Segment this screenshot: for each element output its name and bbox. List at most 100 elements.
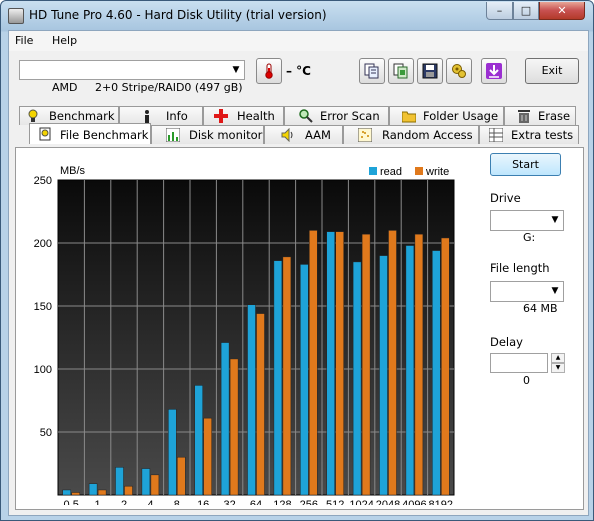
tab-label: Folder Usage	[423, 109, 499, 123]
download-button[interactable]	[481, 58, 507, 84]
tab-aam[interactable]: AAM	[264, 125, 343, 144]
tab-label: Random Access	[382, 128, 473, 142]
minimize-button[interactable]: –	[486, 2, 513, 20]
tab-label: Erase	[538, 109, 571, 123]
read-bar	[141, 468, 151, 496]
file-length-label: File length	[490, 261, 550, 275]
window-title: HD Tune Pro 4.60 - Hard Disk Utility (tr…	[29, 8, 327, 22]
save-icon	[422, 63, 438, 79]
write-bar	[441, 237, 450, 496]
legend-label-write: write	[425, 166, 449, 178]
file-benchmark-icon	[39, 127, 51, 141]
read-bar	[88, 483, 98, 496]
tab-label: Disk monitor	[189, 128, 263, 142]
x-tick-label: 1024	[349, 499, 373, 505]
chevron-down-icon: ▼	[232, 65, 240, 75]
read-bar	[273, 260, 283, 496]
grid-icon	[489, 128, 503, 142]
thermometer-icon	[265, 63, 273, 79]
tab-row-bottom: File Benchmark Disk monitor AAM Random A…	[9, 123, 588, 145]
options-button[interactable]	[446, 58, 472, 84]
y-tick-label: 200	[34, 238, 52, 250]
x-tick-label: 512	[326, 499, 344, 505]
read-bar	[352, 261, 362, 496]
write-bar	[361, 233, 371, 496]
exit-button[interactable]: Exit	[525, 58, 579, 84]
title-bar[interactable]: HD Tune Pro 4.60 - Hard Disk Utility (tr…	[1, 1, 593, 31]
folder-icon	[402, 111, 416, 123]
menu-help[interactable]: Help	[52, 34, 77, 47]
delay-input[interactable]: 0	[490, 353, 548, 387]
save-button[interactable]	[417, 58, 443, 84]
tab-extra-tests[interactable]: Extra tests	[479, 125, 579, 144]
speaker-icon	[281, 128, 293, 142]
scatter-icon	[358, 128, 372, 142]
x-tick-label: 4	[147, 499, 153, 505]
x-tick-label: 64	[250, 499, 262, 505]
read-bar	[220, 342, 230, 496]
read-bar	[62, 489, 71, 496]
copy-screen-icon	[393, 63, 408, 79]
close-button[interactable]: ✕	[539, 2, 585, 20]
tab-disk-monitor[interactable]: Disk monitor	[151, 125, 264, 144]
disk-select[interactable]: AMD 2+0 Stripe/RAID0 (497 gB) ▼	[19, 60, 245, 94]
read-bar	[247, 304, 256, 496]
tab-folder-usage[interactable]: Folder Usage	[389, 106, 504, 125]
tab-file-benchmark[interactable]: File Benchmark	[29, 123, 151, 144]
magnifier-icon	[299, 109, 313, 123]
tab-error-scan[interactable]: Error Scan	[284, 106, 389, 125]
benchmark-chart: 50 100 150 200 250 MB/s 0.5 1 2 4 8 16 32 64 128 256 512…	[34, 165, 455, 511]
x-tick-label: 2	[121, 499, 127, 505]
tab-health[interactable]: Health	[203, 106, 284, 125]
tab-label: AAM	[305, 128, 331, 142]
disk-select-value: AMD 2+0 Stripe/RAID0 (497 gB)	[51, 81, 243, 94]
benchmark-icon	[28, 109, 38, 122]
read-bar	[115, 467, 124, 496]
delay-spin-down[interactable]: ▼	[551, 363, 565, 373]
write-bar	[256, 313, 265, 496]
tab-label: Error Scan	[320, 109, 380, 123]
y-tick-label: 50	[40, 427, 52, 439]
read-bar	[432, 250, 441, 496]
y-tick-label: 100	[34, 364, 52, 376]
tab-erase[interactable]: Erase	[504, 106, 576, 125]
chevron-down-icon: ▼	[551, 215, 559, 225]
tab-label: Extra tests	[511, 128, 574, 142]
tab-random-access[interactable]: Random Access	[343, 125, 479, 144]
write-bar	[177, 456, 186, 496]
read-bar	[405, 245, 415, 496]
file-length-value: 64 MB	[522, 302, 558, 315]
menu-file[interactable]: File	[15, 34, 33, 47]
read-bar	[326, 231, 335, 496]
write-bar	[203, 417, 212, 496]
delay-value: 0	[522, 374, 530, 387]
download-icon	[486, 63, 502, 79]
copy-icon	[364, 63, 379, 79]
write-bar	[124, 485, 133, 496]
temperature-button[interactable]	[256, 58, 282, 84]
temperature-readout: – °C	[286, 64, 311, 78]
write-bar	[388, 230, 397, 496]
x-tick-label: 16	[197, 499, 209, 505]
copy-screen-button[interactable]	[388, 58, 414, 84]
file-length-select[interactable]: 64 MB ▼	[490, 281, 564, 315]
x-tick-label: 32	[223, 499, 235, 505]
read-bar	[379, 255, 388, 496]
drive-select-value: G:	[522, 231, 536, 244]
read-bar	[194, 385, 203, 496]
write-bar	[335, 231, 344, 496]
copy-button[interactable]	[359, 58, 385, 84]
trash-icon	[518, 110, 530, 123]
write-bar	[97, 489, 107, 496]
x-tick-label: 2048	[376, 499, 400, 505]
tab-label: Health	[237, 109, 275, 123]
start-button[interactable]: Start	[490, 153, 561, 176]
delay-label: Delay	[490, 335, 523, 349]
delay-spin-up[interactable]: ▲	[551, 353, 565, 363]
x-tick-label: 1	[95, 499, 101, 505]
maximize-button[interactable]: □	[513, 2, 539, 20]
write-bar	[150, 474, 160, 496]
legend-swatch-read	[369, 167, 377, 175]
y-tick-label: 150	[34, 301, 52, 313]
drive-select[interactable]: G: ▼	[490, 210, 564, 244]
